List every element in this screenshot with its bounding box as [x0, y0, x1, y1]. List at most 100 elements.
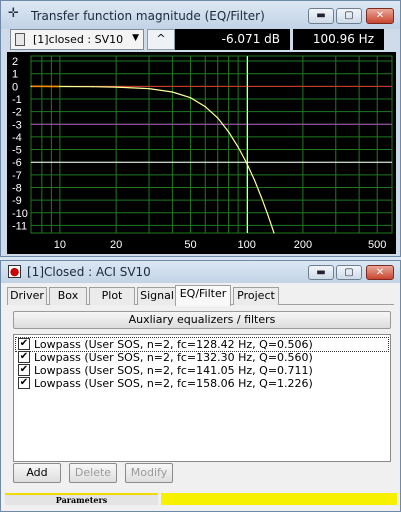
status-progress	[161, 493, 397, 505]
filter-checkbox[interactable]: ✔	[18, 351, 30, 363]
list-item[interactable]: ✔ Lowpass (User SOS, n=2, fc=132.30 Hz, …	[16, 351, 388, 364]
y-tick-label: -6	[12, 157, 22, 169]
status-bar: Parameters	[3, 493, 399, 505]
plot-svg: 210-1-2-3-4-5-6-7-8-9-10-1110 20 50 100 200 5…	[12, 55, 393, 251]
y-tick-label: -4	[12, 132, 22, 144]
close-icon: ✕	[375, 10, 385, 21]
list-item[interactable]: ✔ Lowpass (User SOS, n=2, fc=158.06 Hz, …	[16, 377, 388, 390]
y-tick-label: 2	[12, 56, 18, 68]
tab-label: Project	[237, 289, 275, 302]
tab-plot[interactable]: Plot	[89, 287, 135, 305]
window-title: [1]Closed : ACI SV10	[27, 265, 151, 279]
close-button[interactable]: ✕	[366, 8, 394, 24]
app-icon: ●	[8, 265, 21, 278]
driver-select-value: [1]closed : SV10	[33, 33, 124, 46]
series-line	[30, 85, 275, 234]
filter-checkbox[interactable]: ✔	[18, 338, 30, 350]
driver-window: ● [1]Closed : ACI SV10 ▬ ▢ ✕ Driver Box …	[0, 260, 401, 512]
list-item[interactable]: ✔ Lowpass (User SOS, n=2, fc=128.42 Hz, …	[15, 337, 389, 352]
list-item[interactable]: ✔ Lowpass (User SOS, n=2, fc=141.05 Hz, …	[16, 364, 388, 377]
data-point	[253, 179, 256, 181]
x-tick-label: 20	[110, 239, 122, 251]
delete-button[interactable]: Delete	[69, 463, 117, 483]
maximize-button[interactable]: ▢	[336, 8, 362, 24]
hz-readout: 100.96 Hz	[293, 29, 384, 50]
x-tick-label: 10	[54, 239, 66, 251]
y-tick-label: -3	[12, 119, 22, 131]
data-point	[237, 146, 239, 148]
tab-strip: Driver Box Plot Signal EQ/Filter Project	[7, 285, 394, 306]
filter-checkbox[interactable]: ✔	[18, 364, 30, 376]
filter-label: Lowpass (User SOS, n=2, fc=132.30 Hz, Q=…	[34, 351, 313, 364]
data-point	[30, 85, 32, 87]
close-icon: ✕	[375, 267, 385, 278]
x-tick-label: 50	[184, 239, 196, 251]
document-icon	[15, 33, 25, 46]
driver-select[interactable]: [1]closed : SV10 ▼	[10, 29, 144, 50]
y-tick-label: -9	[12, 195, 22, 207]
minimize-icon: ▬	[316, 10, 326, 21]
data-point	[115, 86, 117, 88]
title-bar[interactable]: ✛ Transfer function magnitude (EQ/Filter…	[1, 1, 400, 29]
marker-button[interactable]: ^	[147, 29, 175, 50]
magnitude-plot[interactable]: 2 1 0 -1 -2 -3 -4 -5 -6 -7 -8 -9 -10 -11 10 20 50 100 200 5…	[7, 52, 396, 254]
tab-eq-filter[interactable]: EQ/Filter	[175, 285, 231, 306]
tab-project[interactable]: Project	[233, 287, 279, 305]
data-point	[148, 88, 150, 90]
db-readout: -6.071 dB	[175, 29, 290, 50]
data-point	[59, 85, 61, 88]
tab-label: Driver	[10, 289, 44, 302]
data-point	[189, 97, 192, 99]
close-button[interactable]: ✕	[366, 265, 394, 280]
data-point	[246, 162, 248, 164]
minimize-button[interactable]: ▬	[308, 8, 334, 24]
plot-frame	[30, 55, 393, 234]
filter-label: Lowpass (User SOS, n=2, fc=128.42 Hz, Q=…	[34, 338, 313, 351]
tab-label: Signal	[140, 289, 174, 302]
data-point	[267, 214, 269, 216]
filter-label: Lowpass (User SOS, n=2, fc=141.05 Hz, Q=…	[34, 364, 313, 377]
data-point	[273, 232, 275, 234]
aux-equalizers-button[interactable]: Auxliary equalizers / filters	[13, 311, 391, 329]
data-point	[217, 117, 219, 119]
y-tick-label: -1	[12, 94, 22, 106]
modify-button[interactable]: Modify	[125, 463, 173, 483]
window-title: Transfer function magnitude (EQ/Filter)	[31, 9, 265, 23]
y-tick-label: 1	[12, 69, 18, 81]
tab-driver[interactable]: Driver	[7, 287, 47, 305]
maximize-button[interactable]: ▢	[336, 265, 362, 280]
maximize-icon: ▢	[344, 267, 354, 278]
minimize-button[interactable]: ▬	[308, 265, 334, 280]
data-point	[92, 86, 94, 88]
y-tick-label: 0	[12, 81, 18, 93]
status-label: Parameters	[5, 493, 158, 505]
x-tick-label: 500	[368, 239, 386, 251]
data-point	[227, 131, 230, 133]
tab-signal[interactable]: Signal	[137, 287, 177, 305]
add-button[interactable]: Add	[13, 463, 61, 483]
y-tick-label: -2	[12, 107, 22, 119]
minimize-icon: ▬	[316, 267, 326, 278]
tab-label: Plot	[101, 289, 123, 302]
x-tick-label: 100	[237, 239, 255, 251]
y-tick-label: -5	[12, 145, 22, 157]
plot-toolbar: [1]closed : SV10 ▼ ^ -6.071 dB 100.96 Hz	[7, 29, 396, 50]
x-tick-label: 200	[294, 239, 312, 251]
data-point	[260, 197, 263, 199]
crosshair-icon: ✛	[8, 6, 19, 21]
data-point	[204, 105, 206, 108]
title-bar[interactable]: ● [1]Closed : ACI SV10 ▬ ▢ ✕	[1, 261, 400, 283]
y-tick-label: -7	[12, 170, 22, 182]
data-point	[171, 91, 173, 93]
y-tick-label: -10	[12, 208, 28, 220]
tab-label: Box	[57, 289, 79, 302]
filter-label: Lowpass (User SOS, n=2, fc=158.06 Hz, Q=…	[34, 377, 313, 390]
filter-list[interactable]: ✔ Lowpass (User SOS, n=2, fc=128.42 Hz, …	[13, 334, 391, 462]
tab-label: EQ/Filter	[179, 287, 227, 300]
filter-checkbox[interactable]: ✔	[18, 377, 30, 389]
transfer-function-window: ✛ Transfer function magnitude (EQ/Filter…	[0, 0, 401, 257]
peak-marker-icon: ^	[156, 32, 166, 45]
tab-box[interactable]: Box	[49, 287, 87, 305]
maximize-icon: ▢	[344, 10, 354, 21]
y-tick-label: -11	[12, 220, 27, 232]
